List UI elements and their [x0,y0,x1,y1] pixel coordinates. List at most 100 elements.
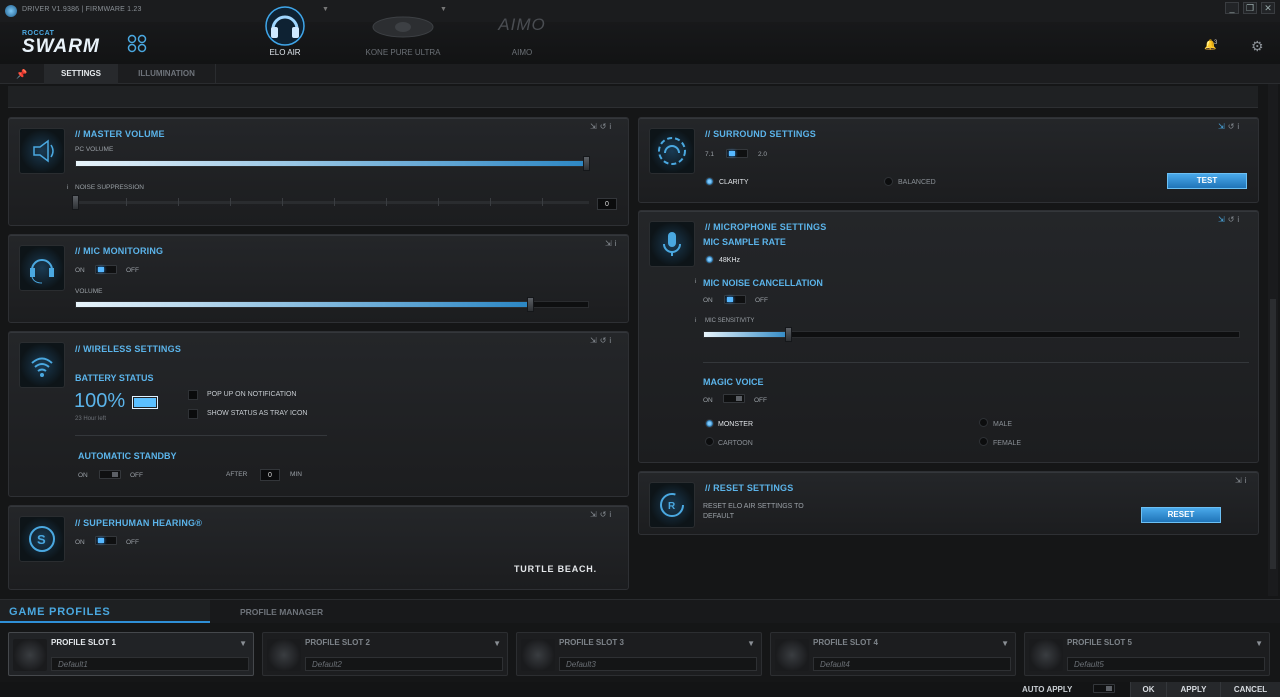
mic-monitoring-toggle[interactable] [95,265,117,274]
popup-label: POP UP ON NOTIFICATION [207,391,297,398]
chevron-down-icon[interactable]: ▼ [440,6,447,13]
pc-volume-slider[interactable] [75,160,589,167]
slider-fill [76,161,588,166]
tab-bar: 📌 SETTINGS ILLUMINATION [0,64,1280,84]
info-icon[interactable]: i [695,278,696,285]
reset-settings-panel: R RESET SETTINGS ⇲i RESET ELO AIR SETTIN… [638,471,1259,535]
game-profiles-bar: GAME PROFILES PROFILE MANAGER [0,599,1280,623]
balanced-radio[interactable] [884,177,893,186]
notification-count: 3 [1214,40,1218,46]
scroll-thumb[interactable] [1270,299,1276,569]
mic-sensitivity-slider[interactable] [703,331,1240,338]
profile-manager-tab[interactable]: PROFILE MANAGER [240,607,323,617]
chevron-down-icon[interactable]: ▼ [1001,639,1009,648]
profile-slot[interactable]: PROFILE SLOT 3 ▼ Default3 [516,632,762,676]
panel-tools-icon[interactable]: ⇲i [1235,476,1249,485]
magic-voice-toggle[interactable] [723,394,745,403]
slider-knob[interactable] [785,327,792,342]
profile-slot[interactable]: PROFILE SLOT 4 ▼ Default4 [770,632,1016,676]
panel-tools-icon[interactable]: ⇲↺i [590,122,614,131]
popup-checkbox[interactable] [188,390,198,400]
panel-tools-icon[interactable]: ⇲i [605,239,619,248]
slider-knob[interactable] [72,195,79,210]
tab-settings[interactable]: SETTINGS [44,64,118,84]
on-label: ON [703,297,713,304]
headset-mic-icon [19,245,65,291]
noise-cancellation-title: MIC NOISE CANCELLATION [703,278,823,288]
battery-icon [132,396,158,409]
cancel-button[interactable]: CANCEL [1220,682,1280,697]
slot-profile-field[interactable]: Default3 [559,657,757,671]
chevron-down-icon[interactable]: ▼ [747,639,755,648]
logo: SWARM [22,36,100,57]
standby-minutes-field[interactable]: 0 [260,469,280,481]
divider [703,362,1249,363]
roccat-swarm-window: DRIVER V1.9386 | FIRMWARE 1.23 _ ❐ ✕ ROC… [0,0,1280,697]
reset-icon: R [649,482,695,528]
noise-value-field[interactable]: 0 [597,198,617,210]
chevron-down-icon[interactable]: ▼ [1255,639,1263,648]
panel-tools-icon[interactable]: ⇲↺i [1218,215,1242,224]
microphone-settings-panel: MICROPHONE SETTINGS ⇲↺i MIC SAMPLE RATE … [638,210,1259,463]
apply-button[interactable]: APPLY [1166,682,1220,697]
off-label: OFF [755,297,768,304]
female-radio[interactable] [979,437,988,446]
device-elo-air[interactable]: ELO AIR ▼ [225,4,345,62]
surround-settings-panel: SURROUND SETTINGS ⇲↺i 7.1 2.0 CLARITY BA… [638,117,1259,203]
superhuman-toggle[interactable] [95,536,117,545]
noise-cancellation-toggle[interactable] [724,295,746,304]
slider-knob[interactable] [527,297,534,312]
info-icon[interactable]: i [67,184,68,191]
panel-tools-icon[interactable]: ⇲↺i [590,510,614,519]
mic-volume-slider[interactable] [75,301,589,308]
pin-icon[interactable]: 📌 [8,64,36,84]
profile-slot[interactable]: PROFILE SLOT 5 ▼ Default5 [1024,632,1270,676]
surround-71-label: 7.1 [705,151,715,158]
surround-toggle[interactable] [726,149,748,158]
minimize-icon[interactable]: _ [1225,2,1239,14]
game-profiles-tab[interactable]: GAME PROFILES [9,606,110,618]
slot-profile-field[interactable]: Default1 [51,657,249,671]
slot-name: PROFILE SLOT 2 [305,638,370,647]
panel-tools-icon[interactable]: ⇲↺i [1218,122,1242,131]
auto-apply-toggle[interactable] [1093,684,1115,693]
ok-button[interactable]: OK [1130,682,1166,697]
chevron-down-icon[interactable]: ▼ [239,639,247,648]
mic-monitoring-panel: MIC MONITORING ⇲i ON OFF VOLUME [8,234,629,323]
device-kone-pure-ultra[interactable]: KONE PURE ULTRA ▼ [343,4,463,62]
gear-icon[interactable]: ⚙ [1251,38,1264,55]
slot-profile-field[interactable]: Default5 [1067,657,1265,671]
device-aimo[interactable]: AIMO AIMO [462,4,582,62]
slot-profile-field[interactable]: Default2 [305,657,503,671]
panel-tools-icon[interactable]: ⇲↺i [590,336,614,345]
test-button[interactable]: TEST [1167,173,1247,189]
reset-button[interactable]: RESET [1141,507,1221,523]
tray-checkbox[interactable] [188,409,198,419]
roccat-logo-icon [13,639,47,671]
profile-slot[interactable]: PROFILE SLOT 2 ▼ Default2 [262,632,508,676]
profile-slot[interactable]: PROFILE SLOT 1 ▼ Default1 [8,632,254,676]
logo-dots-icon [127,34,149,54]
panel-title: MICROPHONE SETTINGS [705,222,826,232]
standby-toggle[interactable] [99,470,121,479]
tab-illumination[interactable]: ILLUMINATION [118,64,216,84]
chevron-down-icon[interactable]: ▼ [493,639,501,648]
monster-radio[interactable] [705,419,714,428]
sample-rate-radio[interactable] [705,255,714,264]
info-icon[interactable]: i [695,317,696,324]
collapsed-panel-strip [8,86,1258,108]
device-label: AIMO [511,48,533,57]
male-radio[interactable] [979,418,988,427]
slider-knob[interactable] [583,156,590,171]
master-volume-panel: MASTER VOLUME ⇲↺i PC VOLUME i NOISE SUPP… [8,117,629,226]
male-label: MALE [993,421,1013,428]
slot-profile-field[interactable]: Default4 [813,657,1011,671]
restore-icon[interactable]: ❐ [1243,2,1257,14]
chevron-down-icon[interactable]: ▼ [322,6,329,13]
on-label: ON [78,472,88,479]
mouse-icon [372,16,434,38]
scrollbar[interactable] [1268,84,1278,596]
close-icon[interactable]: ✕ [1261,2,1275,14]
clarity-radio[interactable] [705,177,714,186]
cartoon-radio[interactable] [705,437,714,446]
